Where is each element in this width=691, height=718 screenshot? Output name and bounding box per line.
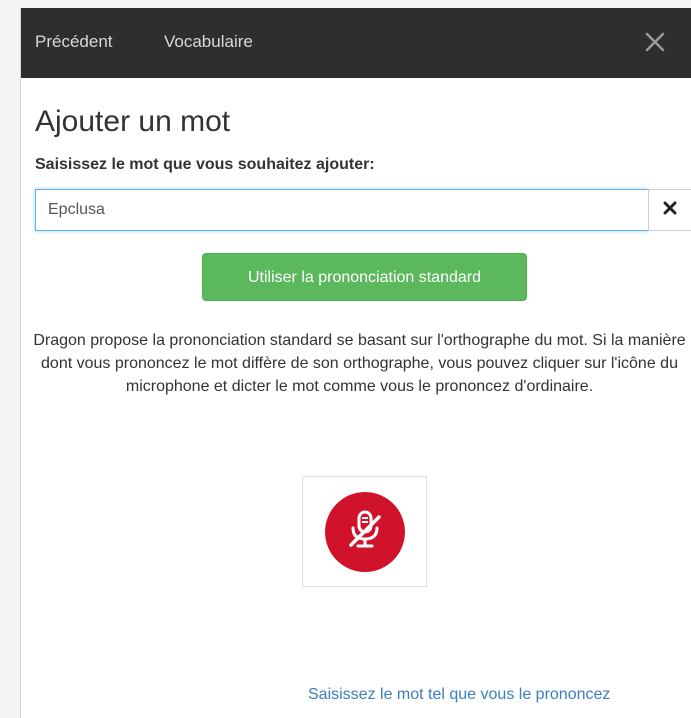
word-field-label: Saisissez le mot que vous souhaitez ajou… — [35, 156, 375, 173]
microphone-circle — [324, 491, 405, 572]
microphone-button[interactable] — [302, 476, 427, 587]
top-navigation-bar: Précédent Vocabulaire — [21, 8, 691, 78]
close-icon[interactable] — [642, 29, 668, 55]
word-input[interactable] — [35, 189, 648, 231]
clear-x-icon — [663, 201, 677, 220]
use-standard-pronunciation-button[interactable]: Utiliser la prononciation standard — [202, 253, 527, 301]
microphone-off-icon — [342, 506, 388, 557]
previous-link[interactable]: Précédent — [35, 32, 113, 52]
vocabulary-link[interactable]: Vocabulaire — [164, 32, 253, 52]
clear-input-button[interactable] — [648, 189, 691, 231]
enter-pronunciation-link[interactable]: Saisissez le mot tel que vous le prononc… — [308, 684, 610, 706]
help-text: Dragon propose la prononciation standard… — [33, 332, 686, 395]
dialog-title: Ajouter un mot — [35, 105, 231, 138]
add-word-dialog: Précédent Vocabulaire Ajouter un mot Sai… — [20, 8, 691, 718]
